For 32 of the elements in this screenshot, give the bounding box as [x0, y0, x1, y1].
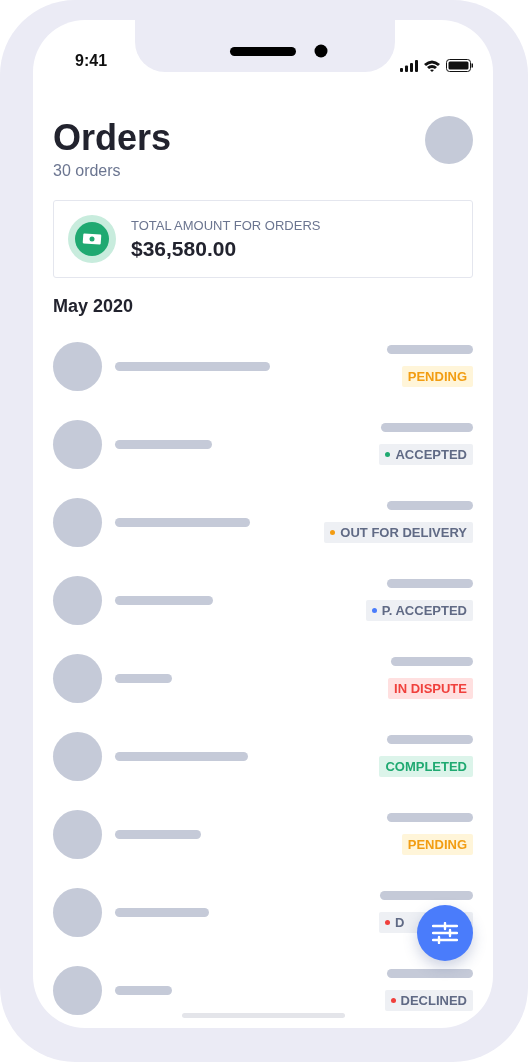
order-avatar [53, 731, 102, 781]
summary-amount: $36,580.00 [131, 236, 238, 261]
signal-icon [400, 59, 418, 72]
status-text: PENDING [407, 837, 467, 852]
skeleton-line [115, 673, 172, 683]
status-text: ACCEPTED [395, 447, 467, 462]
status-text: OUT FOR DELIVERY [340, 525, 467, 540]
order-avatar [53, 419, 102, 469]
filter-button[interactable] [417, 905, 473, 961]
page-title: Orders [53, 116, 172, 160]
order-avatar [53, 809, 102, 859]
skeleton-line [115, 985, 172, 995]
section-heading: May 2020 [53, 296, 135, 317]
money-icon [68, 215, 116, 263]
order-avatar [53, 497, 102, 547]
status-text: P. ACCEPTED [381, 603, 467, 618]
status-text: DECLINED [400, 993, 467, 1008]
status-text: COMPLETED [385, 759, 467, 774]
order-count: 30 orders [53, 162, 122, 180]
order-avatar [53, 653, 102, 703]
sliders-icon [432, 922, 458, 944]
wifi-icon [424, 59, 440, 72]
status-text: D [395, 915, 405, 930]
battery-icon [446, 59, 473, 72]
order-avatar [53, 341, 102, 391]
order-avatar [53, 887, 102, 937]
status-text: IN DISPUTE [394, 681, 467, 696]
order-avatar [53, 575, 102, 625]
status-time: 9:41 [75, 52, 108, 71]
status-text: PENDING [407, 369, 467, 384]
summary-label: TOTAL AMOUNT FOR ORDERS [131, 217, 321, 233]
order-avatar [53, 965, 102, 1015]
